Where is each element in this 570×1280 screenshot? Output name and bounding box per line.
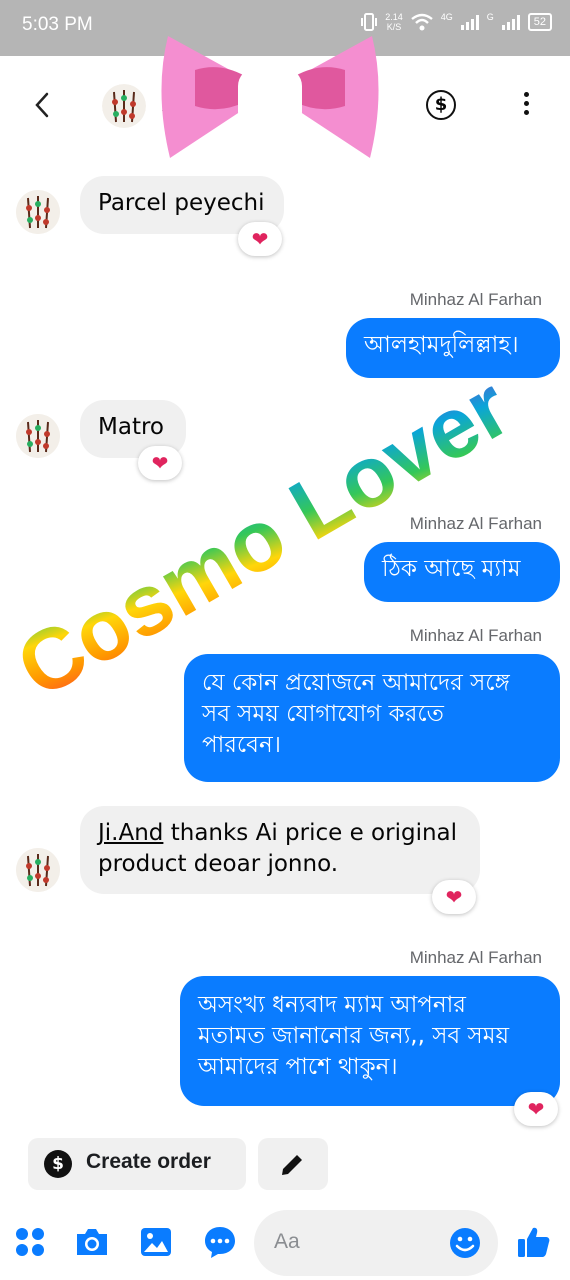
message-line: পারবেন। bbox=[202, 732, 281, 758]
message-bubble-outgoing[interactable]: আলহামদুলিল্লাহ। bbox=[346, 318, 560, 378]
thumbs-up-icon[interactable] bbox=[516, 1224, 552, 1260]
heart-reaction-icon[interactable]: ❤ bbox=[432, 880, 476, 914]
composer-bar: Aa bbox=[0, 1204, 570, 1280]
network-type-4g: 4G bbox=[440, 12, 453, 22]
dollar-icon: $ bbox=[44, 1150, 72, 1178]
pencil-icon bbox=[282, 1155, 302, 1175]
message-link[interactable]: Ji.And bbox=[98, 820, 163, 846]
camera-icon[interactable] bbox=[74, 1224, 110, 1260]
avatar[interactable] bbox=[16, 848, 60, 892]
net-speed: 2.14 K/S bbox=[385, 12, 403, 32]
heart-reaction-icon[interactable]: ❤ bbox=[138, 446, 182, 480]
gallery-icon[interactable] bbox=[138, 1224, 174, 1260]
message-line: মতামত জানানোর জন্য,, সব সময় bbox=[198, 1023, 510, 1049]
message-input[interactable]: Aa bbox=[254, 1210, 498, 1276]
chat-bubble-icon[interactable] bbox=[202, 1224, 238, 1260]
edit-button[interactable] bbox=[258, 1138, 328, 1190]
create-order-button[interactable]: $ Create order bbox=[28, 1138, 246, 1190]
sender-name: Minhaz Al Farhan bbox=[409, 626, 542, 645]
bow-sticker bbox=[161, 36, 379, 158]
sender-name: Minhaz Al Farhan bbox=[409, 948, 542, 967]
battery-icon: 52 bbox=[527, 13, 552, 31]
wifi-icon bbox=[410, 13, 433, 31]
heart-reaction-icon[interactable]: ❤ bbox=[514, 1092, 558, 1126]
sender-name: Minhaz Al Farhan bbox=[409, 290, 542, 309]
vibrate-icon bbox=[361, 13, 378, 31]
message-bubble-incoming[interactable]: Ji.And thanks Ai price e original produc… bbox=[80, 806, 480, 894]
message-line: আমাদের পাশে থাকুন। bbox=[198, 1054, 398, 1080]
sender-name: Minhaz Al Farhan bbox=[409, 514, 542, 533]
more-vertical-icon[interactable] bbox=[516, 92, 536, 120]
status-time: 5:03 PM bbox=[22, 14, 93, 35]
apps-icon[interactable] bbox=[12, 1224, 48, 1260]
message-bubble-outgoing[interactable]: ঠিক আছে ম্যাম bbox=[364, 542, 560, 602]
signal-icon bbox=[460, 14, 479, 30]
message-bubble-outgoing[interactable]: অসংখ্য ধন্যবাদ ম্যাম আপনার মতামত জানানোর… bbox=[180, 976, 560, 1106]
dollar-icon[interactable]: $ bbox=[426, 90, 456, 120]
message-bubble-outgoing[interactable]: যে কোন প্রয়োজনে আমাদের সঙ্গে সব সময় যো… bbox=[184, 654, 560, 782]
avatar[interactable] bbox=[102, 84, 146, 128]
message-line: অসংখ্য ধন্যবাদ ম্যাম আপনার bbox=[198, 992, 466, 1018]
back-arrow-icon[interactable] bbox=[28, 90, 58, 120]
message-line: সব সময় যোগাযোগ করতে bbox=[202, 701, 444, 727]
network-type-g: G bbox=[486, 12, 494, 22]
message-line: Ji.And thanks Ai price e original bbox=[98, 820, 458, 846]
create-order-label: Create order bbox=[86, 1150, 211, 1173]
message-line: যে কোন প্রয়োজনে আমাদের সঙ্গে bbox=[202, 670, 510, 696]
status-icons: 2.14 K/S 4G G 52 bbox=[361, 12, 552, 32]
avatar[interactable] bbox=[16, 414, 60, 458]
message-line: product deoar jonno. bbox=[98, 851, 339, 877]
avatar[interactable] bbox=[16, 190, 60, 234]
signal-icon bbox=[501, 14, 520, 30]
heart-reaction-icon[interactable]: ❤ bbox=[238, 222, 282, 256]
emoji-icon[interactable] bbox=[448, 1226, 482, 1260]
input-placeholder: Aa bbox=[274, 1230, 300, 1253]
